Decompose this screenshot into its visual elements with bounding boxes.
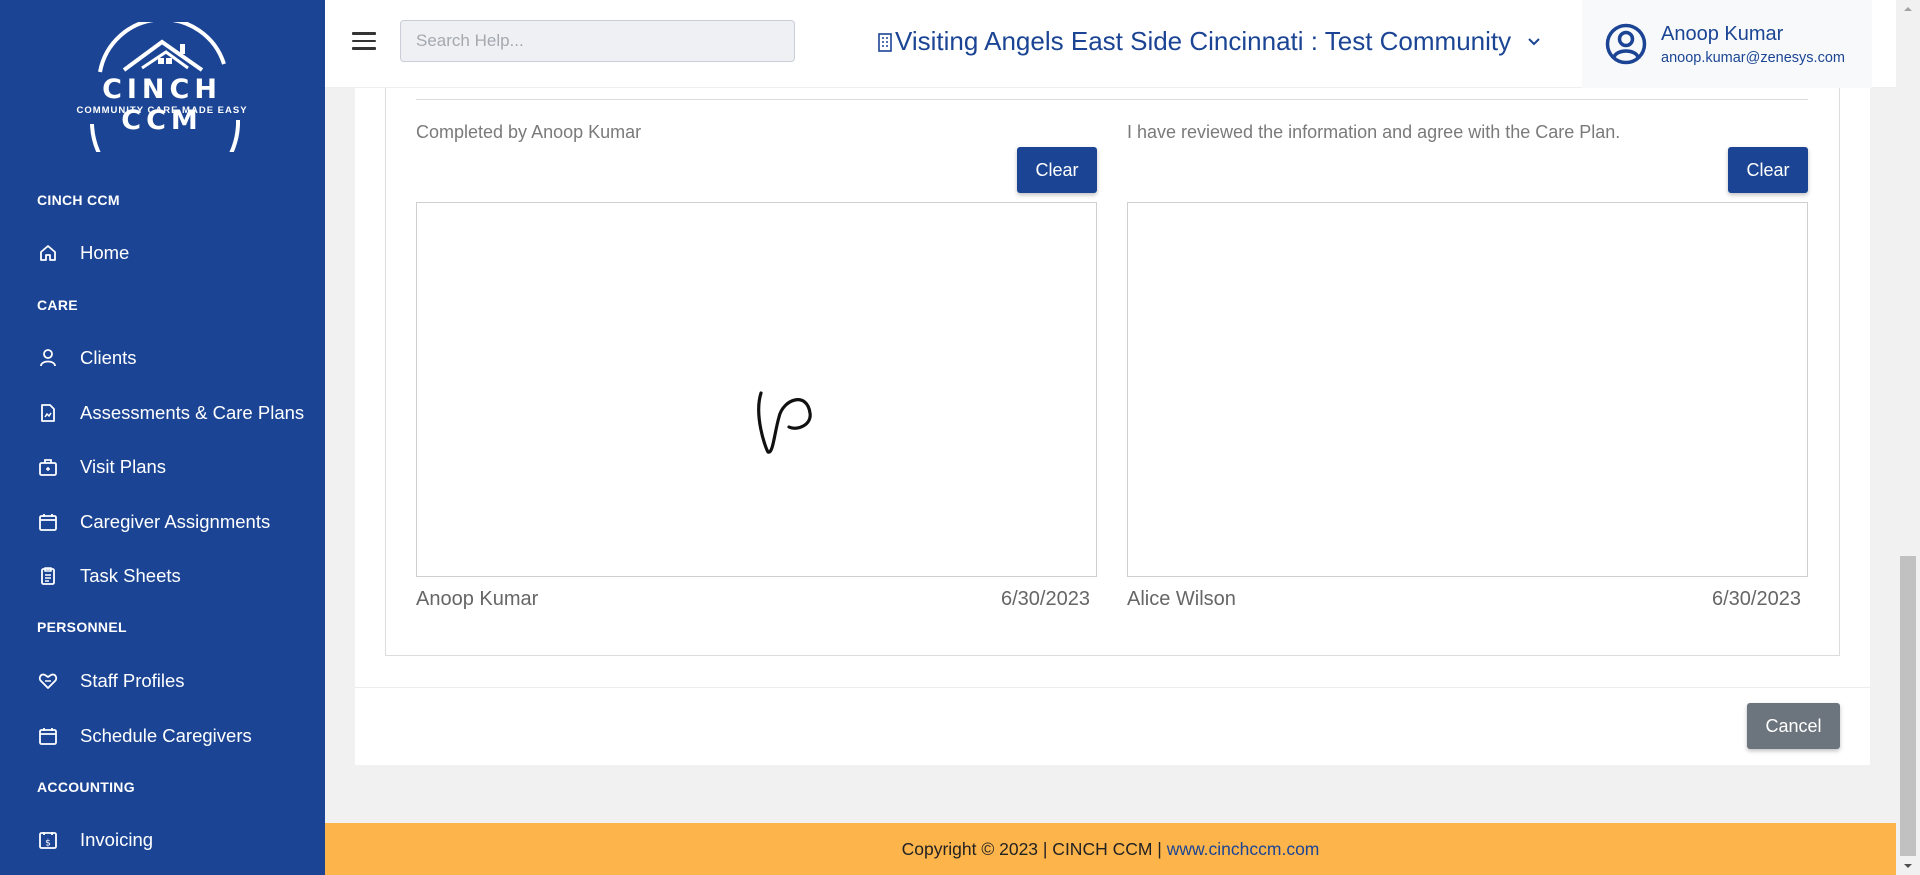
page-scrollbar[interactable] (1896, 0, 1920, 875)
sidebar-item-label: Staff Profiles (80, 670, 185, 691)
sidebar-item-schedule-caregivers[interactable]: Schedule Caregivers (0, 716, 325, 756)
signature-pad-client[interactable] (1127, 202, 1808, 577)
search-input[interactable] (400, 20, 795, 62)
sidebar-item-label: Visit Plans (80, 456, 167, 477)
signature-date: 6/30/2023 (1712, 588, 1801, 610)
clear-signature-button[interactable]: Clear (1017, 147, 1097, 193)
divider (416, 99, 1808, 100)
website-link[interactable]: www.cinchccm.com (1167, 839, 1320, 859)
heart-hand-icon (38, 671, 58, 691)
scroll-down-arrow-icon[interactable] (1896, 857, 1920, 875)
top-header: Visiting Angels East Side Cincinnati : T… (325, 0, 1896, 88)
invoice-icon: $ (38, 830, 58, 850)
user-info: Anoop Kumar anoop.kumar@zenesys.com (1661, 23, 1845, 66)
section-care: CARE (37, 297, 78, 313)
svg-text:$: $ (45, 839, 51, 849)
cinch-logo[interactable]: CINCH CCM COMMUNITY CARE MADE EASY (62, 17, 262, 198)
card-footer-divider (355, 687, 1870, 688)
community-selector[interactable]: Visiting Angels East Side Cincinnati : T… (877, 26, 1541, 57)
section-accounting: ACCOUNTING (37, 779, 135, 795)
chevron-down-icon (1528, 37, 1540, 45)
user-email: anoop.kumar@zenesys.com (1661, 49, 1845, 66)
user-circle-icon (1605, 23, 1647, 65)
sidebar-item-label: Schedule Caregivers (80, 725, 252, 746)
sidebar-item-label: Assessments & Care Plans (80, 402, 305, 423)
sidebar-item-visit-plans[interactable]: Visit Plans (0, 447, 325, 487)
menu-icon[interactable] (352, 32, 376, 54)
calendar-icon (38, 512, 58, 532)
copyright-text: Copyright © 2023 | CINCH CCM | (901, 839, 1167, 859)
signer-name: Anoop Kumar (416, 588, 539, 610)
user-icon (38, 348, 58, 368)
clipboard-icon (38, 566, 58, 586)
signature-date: 6/30/2023 (1001, 588, 1090, 610)
sidebar-item-home[interactable]: Home (0, 233, 325, 273)
sidebar-item-task-sheets[interactable]: Task Sheets (0, 556, 325, 596)
community-name: Visiting Angels East Side Cincinnati : T… (895, 26, 1512, 56)
home-icon (38, 243, 58, 263)
calendar-icon (38, 726, 58, 746)
sidebar-item-invoicing[interactable]: $ Invoicing (0, 820, 325, 860)
agreement-caption: I have reviewed the information and agre… (1127, 122, 1621, 142)
building-icon (878, 32, 892, 52)
scroll-up-arrow-icon[interactable] (1896, 0, 1920, 18)
sidebar: CINCH CCM COMMUNITY CARE MADE EASY CINCH… (0, 0, 325, 875)
sidebar-item-clients[interactable]: Clients (0, 338, 325, 378)
user-name: Anoop Kumar (1661, 22, 1784, 45)
logo-tagline: COMMUNITY CARE MADE EASY (76, 105, 248, 116)
briefcase-icon (38, 457, 58, 477)
sidebar-item-label: Home (80, 242, 130, 263)
signature-pad-staff[interactable] (416, 202, 1097, 577)
sidebar-item-staff-profiles[interactable]: Staff Profiles (0, 661, 325, 701)
sidebar-item-assessments[interactable]: Assessments & Care Plans (0, 393, 325, 433)
scrollbar-thumb[interactable] (1900, 556, 1916, 856)
signer-name: Alice Wilson (1127, 588, 1236, 610)
sidebar-item-caregiver-assignments[interactable]: Caregiver Assignments (0, 502, 325, 542)
page-footer: Copyright © 2023 | CINCH CCM | www.cinch… (325, 823, 1896, 875)
cancel-button[interactable]: Cancel (1747, 703, 1840, 749)
file-chart-icon (38, 403, 58, 423)
clear-signature-button[interactable]: Clear (1728, 147, 1808, 193)
user-menu[interactable]: Anoop Kumar anoop.kumar@zenesys.com (1582, 0, 1872, 88)
section-personnel: PERSONNEL (37, 619, 127, 635)
section-cinch-ccm: CINCH CCM (37, 192, 120, 208)
sidebar-item-label: Caregiver Assignments (80, 511, 271, 532)
sidebar-item-label: Task Sheets (80, 565, 181, 586)
sidebar-item-label: Clients (80, 347, 137, 368)
signature-stroke (757, 391, 812, 454)
sidebar-item-label: Invoicing (80, 829, 154, 850)
completed-by-caption: Completed by Anoop Kumar (416, 122, 642, 142)
